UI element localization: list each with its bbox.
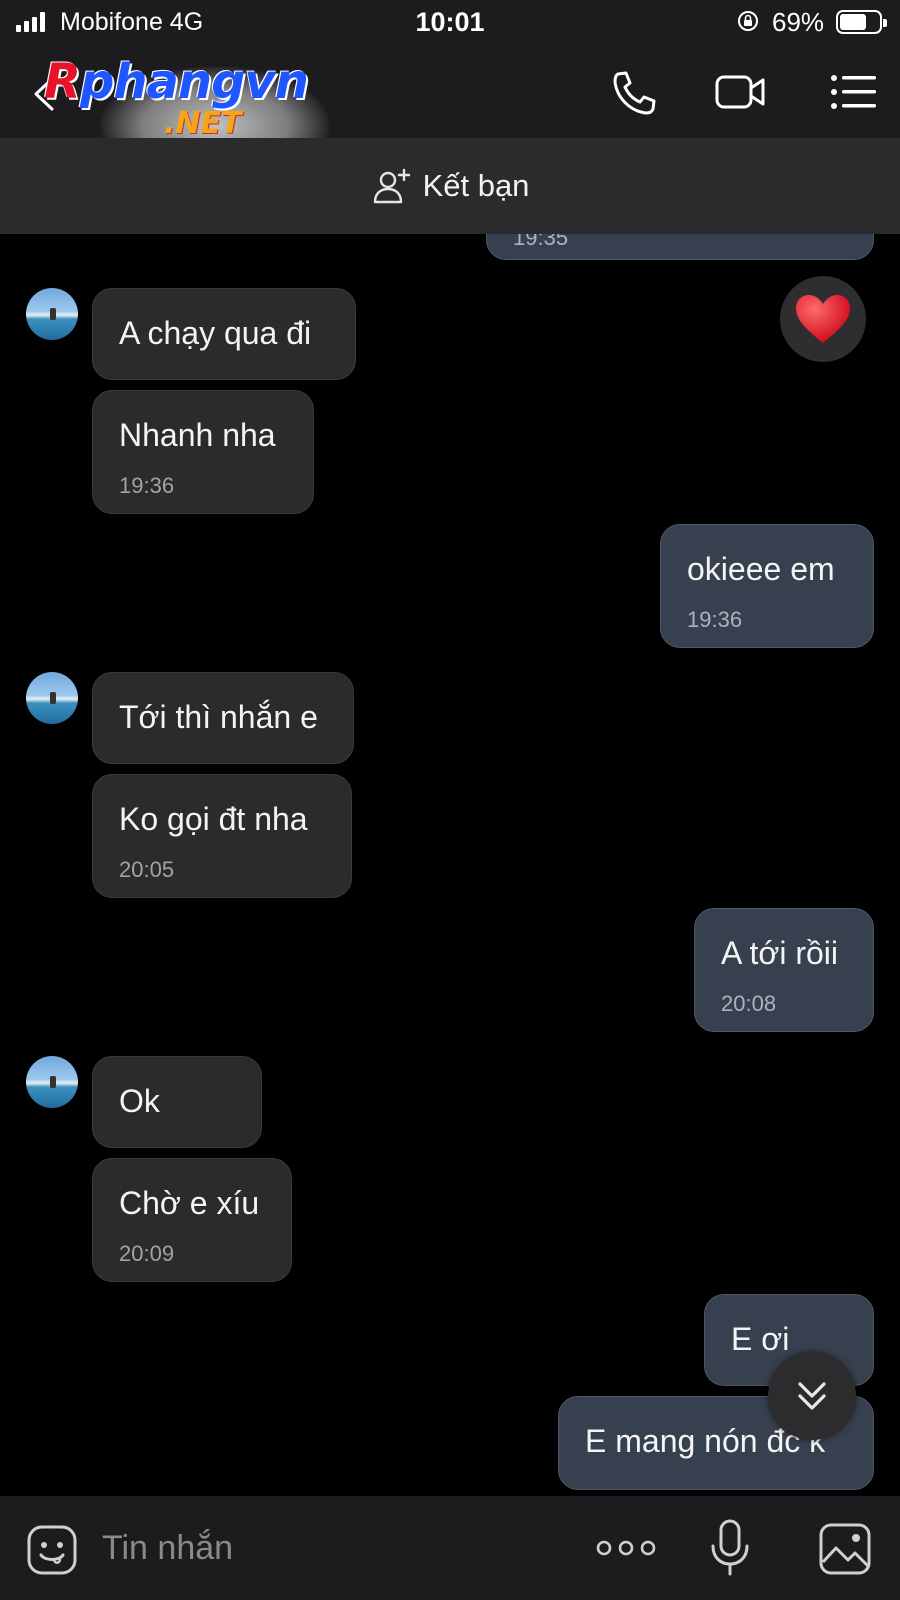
message-bubble-outgoing[interactable]: 19:35 — [486, 234, 874, 260]
video-camera-icon[interactable] — [714, 68, 766, 116]
message-bubble-incoming[interactable]: Ok — [92, 1056, 262, 1148]
message-input-bar: Tin nhắn — [0, 1496, 900, 1600]
message-text: Tới thì nhắn e — [119, 699, 318, 735]
status-bar: Mobifone 4G 10:01 69% — [0, 0, 900, 46]
contact-avatar[interactable] — [26, 1056, 78, 1108]
logo-sub-text: .NET — [164, 106, 242, 141]
sticker-face-icon[interactable] — [26, 1524, 78, 1576]
message-list[interactable]: 19:35 A chạy qua đi Nhanh nha 19:36 okie… — [0, 234, 900, 1496]
microphone-icon[interactable] — [708, 1518, 752, 1578]
message-text: E ơi — [731, 1321, 790, 1357]
message-bubble-outgoing[interactable]: A tới rồii 20:08 — [694, 908, 874, 1032]
message-time: 20:09 — [119, 1241, 175, 1266]
phone-icon[interactable] — [608, 68, 660, 116]
message-text: Ok — [119, 1083, 160, 1119]
message-text: A tới rồii — [721, 935, 839, 971]
message-time: 20:08 — [721, 991, 777, 1016]
watermark-logo: Rphangvn .NET — [44, 54, 324, 144]
heart-emoji-icon — [796, 295, 850, 343]
message-bubble-incoming[interactable]: Ko gọi đt nha 20:05 — [92, 774, 352, 898]
add-friend-label: Kết bạn — [422, 168, 530, 203]
message-time: 19:36 — [687, 607, 743, 632]
add-person-icon — [373, 168, 410, 204]
message-text: Ko gọi đt nha — [119, 801, 308, 837]
message-bubble-incoming[interactable]: A chạy qua đi — [92, 288, 356, 380]
orientation-lock-icon — [738, 11, 758, 31]
contact-avatar[interactable] — [26, 672, 78, 724]
scroll-to-bottom-button[interactable] — [768, 1352, 856, 1440]
heart-reaction[interactable] — [780, 276, 866, 362]
message-text: Chờ e xíu — [119, 1185, 260, 1221]
logo-main-text: Rphangvn — [44, 54, 309, 110]
message-text: A chạy qua đi — [119, 315, 312, 351]
message-time: 19:36 — [119, 473, 175, 498]
image-icon[interactable] — [818, 1522, 872, 1576]
add-friend-button[interactable]: Kết bạn — [0, 138, 900, 234]
list-menu-icon[interactable] — [828, 68, 880, 116]
message-input[interactable]: Tin nhắn — [102, 1522, 542, 1574]
double-chevron-down-icon — [798, 1382, 826, 1410]
more-dots-icon[interactable] — [596, 1536, 656, 1560]
contact-avatar[interactable] — [26, 288, 78, 340]
battery-icon — [836, 10, 887, 34]
message-bubble-incoming[interactable]: Nhanh nha 19:36 — [92, 390, 314, 514]
message-bubble-incoming[interactable]: Tới thì nhắn e — [92, 672, 354, 764]
chat-header: Rphangvn .NET — [0, 46, 900, 186]
message-bubble-incoming[interactable]: Chờ e xíu 20:09 — [92, 1158, 292, 1282]
message-time: 20:05 — [119, 857, 175, 882]
message-bubble-outgoing[interactable]: okieee em 19:36 — [660, 524, 874, 648]
status-time: 10:01 — [415, 7, 485, 37]
message-text: Nhanh nha — [119, 417, 276, 453]
battery-percent: 69% — [772, 7, 825, 37]
message-time: 19:35 — [513, 234, 569, 250]
message-text: okieee em — [687, 551, 835, 587]
